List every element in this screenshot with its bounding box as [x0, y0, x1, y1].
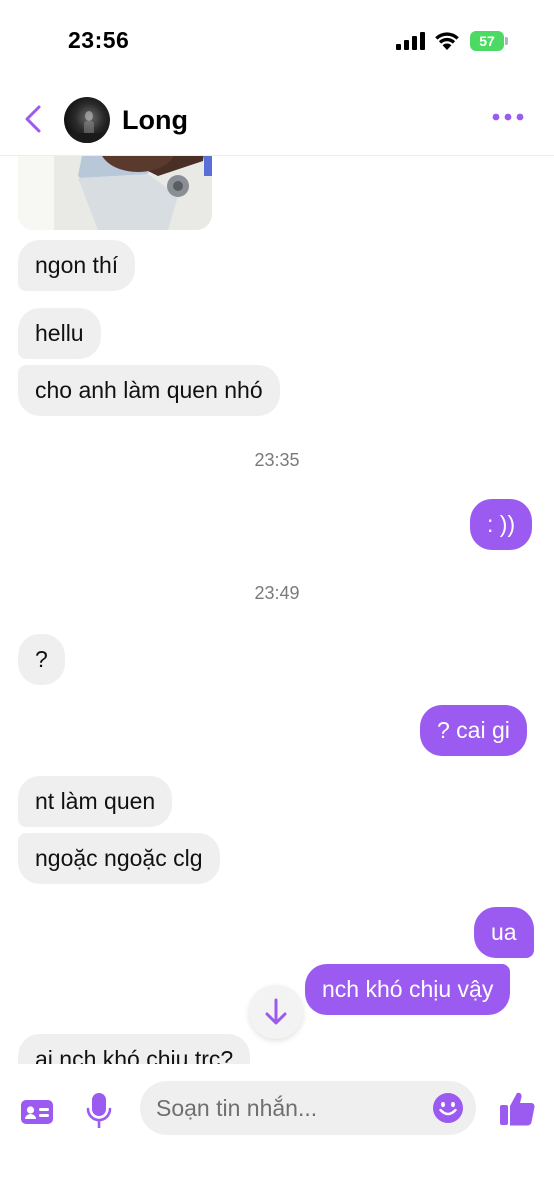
message-bubble-incoming[interactable]: hellu [18, 308, 101, 359]
message-bubble-incoming[interactable]: ngon thí [18, 240, 136, 291]
message-bubble-incoming[interactable]: ? [18, 634, 65, 685]
arrow-down-icon [265, 998, 287, 1025]
message-bubble-incoming[interactable]: ngoặc ngoặc clg [18, 833, 220, 884]
microphone-icon[interactable] [86, 1092, 112, 1130]
timestamp: 23:35 [254, 450, 300, 470]
thumbs-up-icon[interactable] [498, 1090, 536, 1128]
message-bubble-outgoing[interactable]: : )) [470, 499, 533, 550]
message-list[interactable]: ngon thí hellu cho anh làm quen nhó 23:3… [0, 156, 554, 1064]
back-button[interactable] [20, 104, 46, 134]
avatar[interactable] [64, 97, 110, 143]
timestamp: 23:49 [254, 583, 300, 603]
chat-header: Long [0, 80, 554, 156]
message-bubble-incoming[interactable]: ai nch khó chịu trc? [18, 1034, 251, 1064]
status-bar: 23:56 57 [0, 0, 554, 80]
composer-bar [0, 1064, 554, 1200]
message-bubble-outgoing[interactable]: nch khó chịu vậy [305, 964, 511, 1015]
message-input[interactable] [156, 1081, 426, 1135]
message-input-container [140, 1081, 476, 1135]
more-dots-icon[interactable] [490, 110, 526, 124]
battery-level: 57 [479, 33, 495, 49]
message-bubble-outgoing[interactable]: ua [474, 907, 534, 958]
avatar-photo [64, 111, 110, 143]
emoji-icon[interactable] [432, 1092, 464, 1124]
contact-name[interactable]: Long [122, 105, 188, 136]
message-bubble-incoming[interactable]: nt làm quen [18, 776, 173, 827]
cellular-signal-icon [396, 32, 425, 50]
wifi-icon [435, 32, 459, 50]
scroll-to-bottom-button[interactable] [249, 985, 303, 1039]
message-bubble-incoming[interactable]: cho anh làm quen nhó [18, 365, 280, 416]
status-time: 23:56 [68, 27, 130, 53]
message-bubble-outgoing[interactable]: ? cai gi [420, 705, 527, 756]
contact-card-icon[interactable] [20, 1098, 54, 1126]
battery-indicator: 57 [470, 31, 508, 51]
photo-attachment[interactable] [18, 156, 212, 230]
photo-image [18, 156, 212, 230]
